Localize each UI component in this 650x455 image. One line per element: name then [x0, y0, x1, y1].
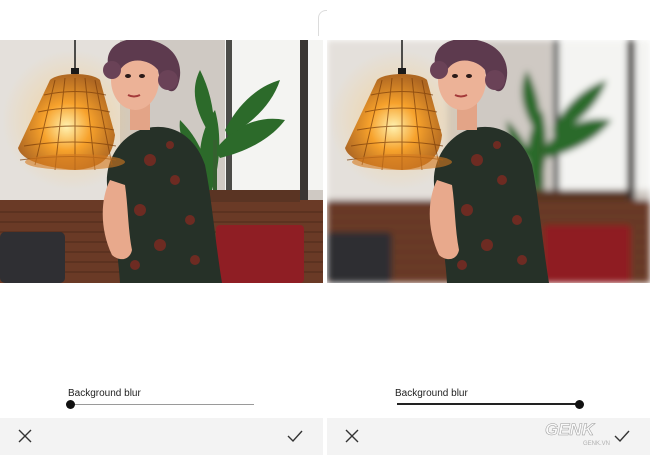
editor-panel-left: Background blur — [0, 0, 323, 455]
cancel-button[interactable] — [12, 423, 38, 449]
watermark-subtext: GENK.VN — [583, 441, 610, 447]
cancel-button[interactable] — [339, 423, 365, 449]
blur-slider-track[interactable] — [70, 404, 254, 405]
close-icon — [345, 429, 359, 443]
editor-panel-right: Background blur — [327, 0, 650, 455]
blur-slider-thumb[interactable] — [66, 400, 75, 409]
portrait-photo-original — [0, 40, 323, 283]
blur-slider-thumb[interactable] — [575, 400, 584, 409]
check-icon — [287, 430, 303, 443]
close-icon — [18, 429, 32, 443]
watermark-text: GENK — [545, 420, 596, 439]
confirm-button[interactable] — [282, 423, 308, 449]
slider-label: Background blur — [68, 388, 141, 399]
genk-logo-watermark: GENK GENK.VN — [545, 420, 610, 447]
portrait-photo-blurred — [327, 40, 650, 283]
slider-label: Background blur — [395, 388, 468, 399]
bottom-action-bar — [0, 418, 323, 455]
blur-slider-track[interactable] — [397, 403, 581, 405]
